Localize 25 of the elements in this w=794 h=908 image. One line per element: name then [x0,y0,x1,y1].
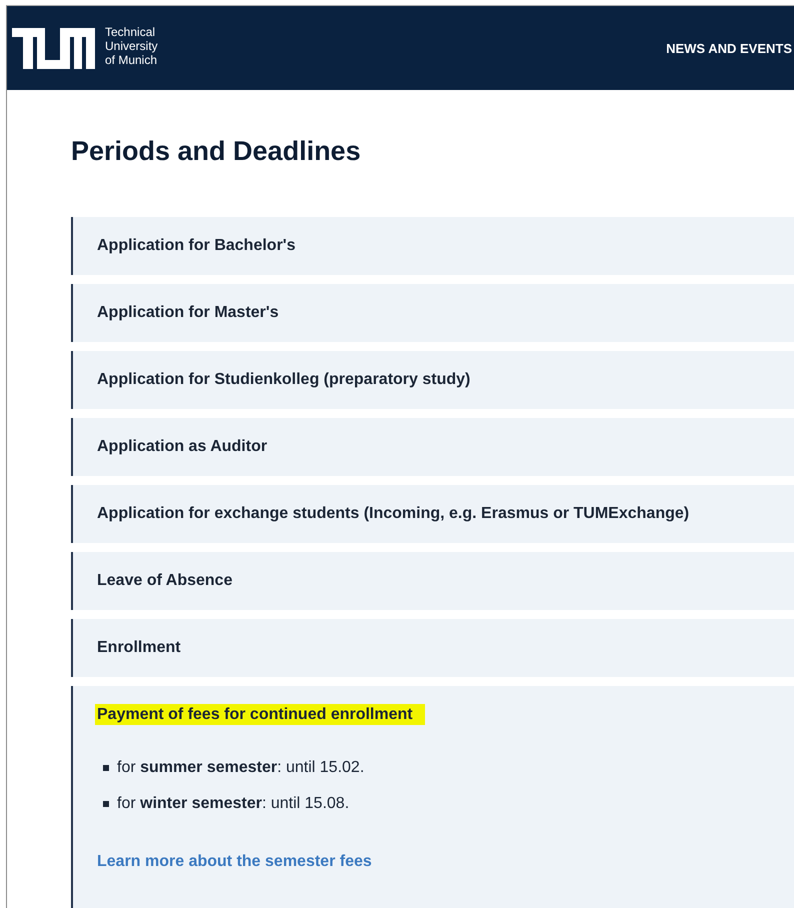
bullet-icon [103,765,109,771]
accordion-title: Application as Auditor [97,437,268,457]
accordion-item[interactable]: Payment of fees for continued enrollment for summer semester: until 15.02. for winter semester: until 15.08. Learn more about the semester fees [71,686,794,908]
accordion-title: Enrollment [97,638,181,658]
accordion-title: Leave of Absence [97,571,232,591]
list-text: for winter semester: until 15.08. [117,795,350,813]
accordion-title: Application for exchange students (Incoming, e.g. Erasmus or TUMExchange) [97,504,690,524]
nav-link[interactable]: NEWS AND EVENTS [666,40,792,56]
list-text: for summer semester: until 15.02. [117,759,364,777]
accordion-item[interactable]: Application for exchange students (Incoming, e.g. Erasmus or TUMExchange) [71,485,794,543]
accordion-title: Application for Bachelor's [97,236,296,256]
accordion-title: Payment of fees for continued enrollment [95,704,425,725]
accordion-title: Application for Master's [97,303,279,323]
accordion-item[interactable]: Enrollment [71,619,794,677]
university-name: Technical University of Munich [105,25,158,67]
logo-icon[interactable] [12,28,95,68]
accordion-item[interactable]: Application for Master's [71,284,794,342]
fees-link[interactable]: Learn more about the semester fees [97,853,372,871]
accordion-item[interactable]: Application for Studienkolleg (preparatory study) [71,351,794,409]
accordion-item[interactable]: Application for Bachelor's [71,217,794,275]
page-title: Periods and Deadlines [71,136,362,167]
bullet-icon [103,801,109,807]
accordion-item[interactable]: Leave of Absence [71,552,794,610]
accordion-item[interactable]: Application as Auditor [71,418,794,476]
accordion-title: Application for Studienkolleg (preparatory study) [97,370,470,390]
